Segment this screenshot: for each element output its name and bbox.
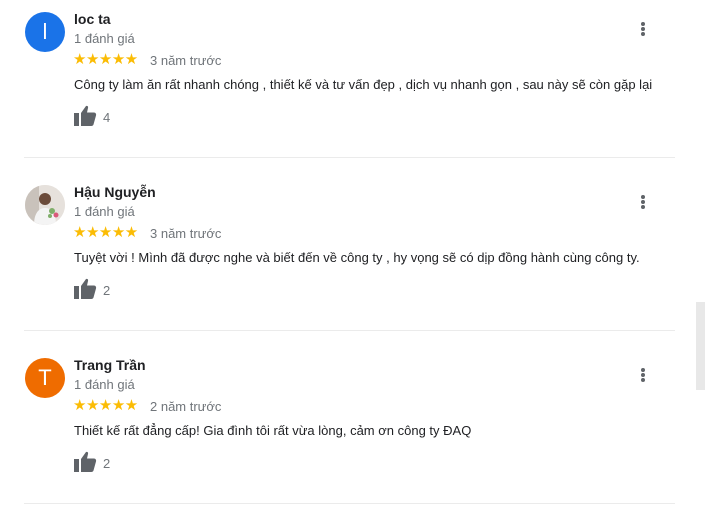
more-options-button[interactable] bbox=[633, 189, 653, 215]
profile-photo bbox=[25, 185, 65, 225]
review-text: Tuyệt vời ! Mình đã được nghe và biết đế… bbox=[74, 250, 640, 265]
thumbs-up-icon bbox=[74, 451, 97, 472]
star-rating: ★★★★★ bbox=[73, 224, 138, 241]
review-card: T Trang Trần 1 đánh giá ★★★★★ 2 năm trướ… bbox=[0, 346, 721, 519]
review-text: Công ty làm ăn rất nhanh chóng , thiết k… bbox=[74, 77, 653, 92]
like-count: 2 bbox=[103, 283, 111, 298]
star-rating: ★★★★★ bbox=[73, 51, 138, 68]
more-options-button[interactable] bbox=[633, 16, 653, 42]
like-button[interactable] bbox=[73, 278, 97, 300]
divider bbox=[24, 503, 675, 504]
reviewer-name[interactable]: Hậu Nguyễn bbox=[74, 184, 156, 200]
review-count: 1 đánh giá bbox=[74, 31, 135, 46]
like-button[interactable] bbox=[73, 105, 97, 127]
avatar[interactable]: l bbox=[25, 12, 65, 52]
review-count: 1 đánh giá bbox=[74, 204, 135, 219]
like-count: 4 bbox=[103, 110, 111, 125]
more-options-button[interactable] bbox=[633, 362, 653, 388]
review-count: 1 đánh giá bbox=[74, 377, 135, 392]
thumbs-up-icon bbox=[74, 278, 97, 299]
review-time: 3 năm trước bbox=[150, 226, 222, 241]
review-text: Thiết kế rất đẳng cấp! Gia đình tôi rất … bbox=[74, 423, 472, 438]
reviewer-name[interactable]: Trang Trần bbox=[74, 357, 146, 373]
scrollbar-thumb[interactable] bbox=[696, 302, 705, 390]
review-card: l loc ta 1 đánh giá ★★★★★ 3 năm trước Cô… bbox=[0, 0, 721, 173]
divider bbox=[24, 157, 675, 158]
review-time: 2 năm trước bbox=[150, 399, 222, 414]
review-time: 3 năm trước bbox=[150, 53, 222, 68]
like-button[interactable] bbox=[73, 451, 97, 473]
more-vertical-icon bbox=[641, 195, 645, 209]
star-rating: ★★★★★ bbox=[73, 397, 138, 414]
more-vertical-icon bbox=[641, 368, 645, 382]
reviewer-name[interactable]: loc ta bbox=[74, 11, 111, 27]
review-card: Hậu Nguyễn 1 đánh giá ★★★★★ 3 năm trước … bbox=[0, 173, 721, 346]
divider bbox=[24, 330, 675, 331]
more-vertical-icon bbox=[641, 22, 645, 36]
thumbs-up-icon bbox=[74, 105, 97, 126]
avatar[interactable]: T bbox=[25, 358, 65, 398]
like-count: 2 bbox=[103, 456, 111, 471]
avatar[interactable] bbox=[25, 185, 65, 225]
